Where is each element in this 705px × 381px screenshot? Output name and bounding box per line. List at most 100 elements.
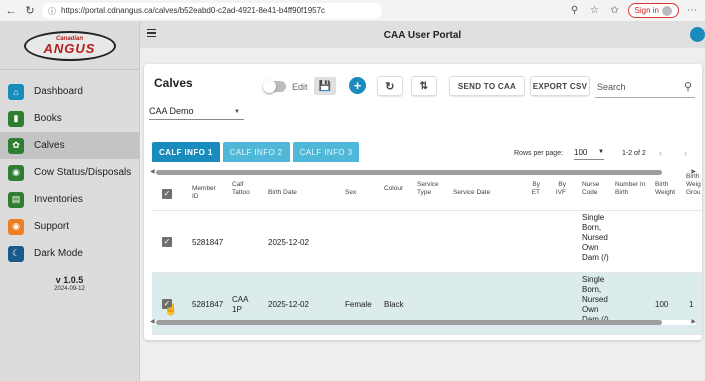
address-bar[interactable]: ⓘ https://portal.cdnangus.ca/calves/b52e… [42, 2, 382, 19]
calves-table: ✓ Member ID Calf Tattoo Birth Date Sex C… [152, 173, 702, 335]
app-bar: CAA User Portal [140, 22, 705, 48]
cell-birth-date: 2025-12-02 [268, 300, 309, 309]
cell-nurse-code: Single Born, Nursed Own Dam (/) [582, 275, 609, 324]
send-to-caa-button[interactable]: SEND TO CAA [449, 76, 525, 96]
tab-bar: CALF INFO 1 CALF INFO 2 CALF INFO 3 [152, 142, 360, 162]
chevron-down-icon: ▼ [598, 149, 604, 155]
sidebar-item-support[interactable]: ◉ Support [0, 213, 139, 240]
page-title: Calves [154, 76, 193, 90]
key-icon[interactable]: ⚲ [568, 4, 582, 18]
header-by-et[interactable]: By ET [526, 181, 540, 197]
version-date: 2024-09-12 [54, 286, 85, 292]
cell-colour: Black [384, 300, 404, 309]
herd-select[interactable]: CAA Demo ▼ [149, 106, 244, 120]
save-icon: 💾 [318, 80, 332, 92]
cell-birth-weight-group: 1 [689, 300, 694, 309]
toggle-knob [263, 80, 276, 93]
header-calf-tattoo[interactable]: Calf Tattoo [232, 181, 258, 197]
search-underline [595, 97, 695, 98]
more-icon[interactable]: ⋯ [685, 4, 699, 18]
cell-member-id: 5281847 [192, 238, 224, 247]
collections-icon[interactable]: ✩ [608, 4, 622, 18]
search-icon[interactable]: ⚲ [684, 80, 692, 93]
cell-nurse-code: Single Born, Nursed Own Dam (/) [582, 213, 609, 262]
calves-card: Calves Edit 💾 + ↻ ⇅ SEND TO CAA EXPORT C… [144, 64, 702, 340]
sort-button[interactable]: ⇅ [411, 76, 437, 96]
main-content: Calves Edit 💾 + ↻ ⇅ SEND TO CAA EXPORT C… [140, 48, 705, 381]
sidebar-item-calves[interactable]: ✿ Calves [0, 132, 139, 159]
chevron-down-icon: ▼ [234, 109, 240, 115]
row-checkbox[interactable]: ✓ [162, 237, 172, 247]
url-text: https://portal.cdnangus.ca/calves/b52eab… [61, 6, 326, 15]
header-service-date[interactable]: Service Date [453, 189, 490, 197]
lock-icon: ⓘ [48, 7, 56, 16]
cow-icon: ◉ [8, 164, 24, 181]
cell-birth-date: 2025-12-02 [268, 238, 309, 247]
header-nurse-code[interactable]: Nurse Code [582, 181, 606, 197]
export-csv-button[interactable]: EXPORT CSV [530, 76, 590, 96]
table-row[interactable]: ✓ 5281847 2025-12-02 Single Born, Nursed… [152, 211, 702, 273]
horizontal-scrollbar-top[interactable]: ◀ ▶ [150, 168, 696, 175]
calf-icon: ✿ [8, 137, 24, 154]
scrollbar-thumb[interactable] [156, 170, 662, 175]
sidebar-item-dark-mode[interactable]: ☾ Dark Mode [0, 240, 139, 267]
header-birth-date[interactable]: Birth Date [268, 189, 297, 197]
scrollbar-thumb[interactable] [156, 320, 662, 325]
save-button[interactable]: 💾 [314, 77, 336, 95]
sidebar-item-dashboard[interactable]: ⌂ Dashboard [0, 78, 139, 105]
header-number-in-birth[interactable]: Number In Birth [615, 181, 647, 197]
scroll-left-icon[interactable]: ◀ [150, 168, 155, 175]
plus-icon: + [353, 78, 362, 93]
sign-in-button[interactable]: Sign in [627, 3, 679, 18]
profile-avatar-icon [662, 5, 672, 16]
search-input[interactable]: Search [597, 82, 626, 92]
account-icon[interactable] [690, 27, 705, 42]
book-icon: ▮ [8, 110, 24, 127]
tab-calf-info-1[interactable]: CALF INFO 1 [152, 142, 220, 162]
header-birth-weight[interactable]: Birth Weight [655, 181, 679, 197]
home-icon: ⌂ [8, 83, 24, 100]
version-info: v 1.0.5 2024-09-12 [0, 275, 139, 292]
sidebar-item-cow-status[interactable]: ◉ Cow Status/Disposals [0, 159, 139, 186]
back-icon[interactable]: ← [4, 4, 18, 18]
table-row[interactable]: ✓ ☝ 5281847 CAA 1P 2025-12-02 Female Bla… [152, 273, 702, 335]
edit-label: Edit [292, 82, 308, 92]
version-number: v 1.0.5 [55, 275, 84, 285]
refresh-button[interactable]: ↻ [377, 76, 403, 96]
table-header-row: ✓ Member ID Calf Tattoo Birth Date Sex C… [152, 173, 702, 211]
sidebar: Canadian ANGUS ⌂ Dashboard ▮ Books ✿ Cal… [0, 22, 140, 381]
logo-area: Canadian ANGUS [0, 22, 139, 70]
horizontal-scrollbar-bottom[interactable]: ◀ ▶ [150, 318, 696, 325]
favorite-icon[interactable]: ☆ [588, 4, 602, 18]
tab-calf-info-2[interactable]: CALF INFO 2 [222, 142, 290, 162]
header-sex[interactable]: Sex [345, 189, 356, 197]
scroll-left-icon[interactable]: ◀ [150, 318, 155, 325]
cell-sex: Female [345, 300, 372, 309]
pagination-range: 1-2 of 2 [622, 150, 646, 157]
scroll-right-icon[interactable]: ▶ [691, 318, 696, 325]
sort-icon: ⇅ [419, 80, 429, 92]
previous-page-icon[interactable]: ‹ [659, 148, 662, 158]
angus-logo: Canadian ANGUS [23, 30, 116, 61]
next-page-icon[interactable]: › [684, 148, 687, 158]
rows-per-page-label: Rows per page: [514, 150, 564, 157]
header-service-type[interactable]: Service Type [417, 181, 447, 197]
hand-cursor-icon: ☝ [164, 304, 178, 316]
support-icon: ◉ [8, 218, 24, 235]
header-member-id[interactable]: Member ID [192, 185, 222, 201]
moon-icon: ☾ [8, 245, 24, 262]
edit-toggle[interactable] [263, 80, 286, 93]
header-by-ivf[interactable]: By IVF [550, 181, 566, 197]
browser-toolbar: ← ↻ ⓘ https://portal.cdnangus.ca/calves/… [0, 0, 705, 22]
header-birth-weight-group[interactable]: Birth Weig Grou [686, 173, 702, 197]
rows-per-page-select[interactable]: 100 ▼ [574, 148, 604, 160]
sidebar-item-books[interactable]: ▮ Books [0, 105, 139, 132]
reload-icon[interactable]: ↻ [23, 4, 37, 18]
sidebar-item-inventories[interactable]: ▤ Inventories [0, 186, 139, 213]
cell-birth-weight: 100 [655, 300, 669, 309]
add-calf-button[interactable]: + [349, 77, 366, 94]
cell-calf-tattoo: CAA 1P [232, 295, 249, 314]
header-colour[interactable]: Colour [384, 185, 403, 193]
tab-calf-info-3[interactable]: CALF INFO 3 [292, 142, 360, 162]
select-all-checkbox[interactable]: ✓ [162, 189, 172, 199]
